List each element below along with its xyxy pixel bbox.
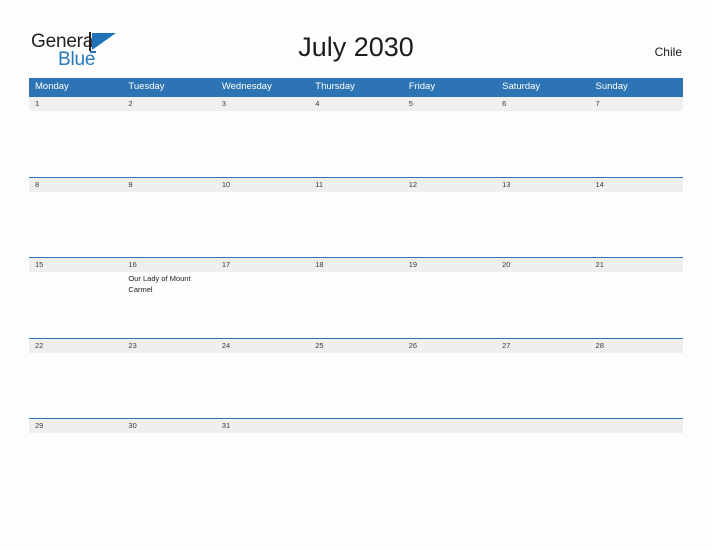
date-number[interactable]: 27 <box>496 339 589 353</box>
weekday-header-saturday: Saturday <box>502 81 541 92</box>
day-event-text[interactable] <box>216 353 309 419</box>
date-number-empty <box>590 419 683 433</box>
date-number[interactable]: 17 <box>216 258 309 272</box>
day-event-text[interactable] <box>496 192 589 258</box>
date-number[interactable]: 18 <box>309 258 402 272</box>
holiday-event-text[interactable]: Our Lady of Mount Carmel <box>122 272 215 338</box>
country-label: Chile <box>654 45 682 59</box>
date-number[interactable]: 23 <box>122 339 215 353</box>
week-event-strip <box>29 111 683 177</box>
weekday-header-tuesday: Tuesday <box>128 81 165 92</box>
day-event-text[interactable] <box>216 192 309 258</box>
week-event-strip <box>29 192 683 258</box>
weekday-header-sunday: Sunday <box>595 81 628 92</box>
weekday-header-row: Monday Tuesday Wednesday Thursday Friday… <box>29 78 683 96</box>
calendar-week-row: 8 9 10 11 12 13 14 <box>29 176 683 258</box>
day-event-text <box>309 433 402 499</box>
day-event-text <box>496 433 589 499</box>
day-event-text[interactable] <box>590 272 683 338</box>
date-number[interactable]: 2 <box>122 97 215 111</box>
day-event-text[interactable] <box>590 111 683 177</box>
day-event-text[interactable] <box>29 353 122 419</box>
day-event-text[interactable] <box>403 353 496 419</box>
date-number[interactable]: 8 <box>29 178 122 192</box>
date-number[interactable]: 4 <box>309 97 402 111</box>
day-event-text[interactable] <box>309 192 402 258</box>
calendar-week-row: 15 16 17 18 19 20 21 Our Lady of Mount C… <box>29 257 683 338</box>
date-number[interactable]: 26 <box>403 339 496 353</box>
day-event-text[interactable] <box>590 353 683 419</box>
date-number[interactable]: 19 <box>403 258 496 272</box>
day-event-text[interactable] <box>122 111 215 177</box>
week-event-strip <box>29 353 683 419</box>
page-title: July 2030 <box>298 32 414 62</box>
date-number[interactable]: 7 <box>590 97 683 111</box>
day-event-text[interactable] <box>309 353 402 419</box>
date-number[interactable]: 11 <box>309 178 402 192</box>
calendar-week-row: 29 30 31 <box>29 418 683 499</box>
week-event-strip <box>29 433 683 499</box>
day-event-text[interactable] <box>216 272 309 338</box>
date-number-empty <box>309 419 402 433</box>
day-event-text[interactable] <box>403 272 496 338</box>
week-date-strip: 29 30 31 <box>29 419 683 433</box>
weekday-header-monday: Monday <box>35 81 69 92</box>
weekday-header-wednesday: Wednesday <box>221 81 272 92</box>
day-event-text[interactable] <box>122 433 215 499</box>
date-number[interactable]: 28 <box>590 339 683 353</box>
week-date-strip: 8 9 10 11 12 13 14 <box>29 177 683 192</box>
day-event-text[interactable] <box>496 111 589 177</box>
date-number[interactable]: 31 <box>216 419 309 433</box>
day-event-text[interactable] <box>403 111 496 177</box>
date-number[interactable]: 20 <box>496 258 589 272</box>
date-number[interactable]: 22 <box>29 339 122 353</box>
day-event-text[interactable] <box>122 353 215 419</box>
week-date-strip: 1 2 3 4 5 6 7 <box>29 97 683 111</box>
date-number[interactable]: 1 <box>29 97 122 111</box>
date-number-empty <box>403 419 496 433</box>
day-event-text[interactable] <box>309 272 402 338</box>
day-event-text[interactable] <box>590 192 683 258</box>
week-date-strip: 22 23 24 25 26 27 28 <box>29 338 683 353</box>
calendar-week-row: 1 2 3 4 5 6 7 <box>29 96 683 177</box>
day-event-text[interactable] <box>29 111 122 177</box>
week-date-strip: 15 16 17 18 19 20 21 <box>29 258 683 272</box>
day-event-text[interactable] <box>496 272 589 338</box>
date-number[interactable]: 25 <box>309 339 402 353</box>
calendar-page: General Blue July 2030 Chile Monday Tues… <box>0 0 712 550</box>
day-event-text[interactable] <box>216 433 309 499</box>
date-number[interactable]: 15 <box>29 258 122 272</box>
date-number-empty <box>496 419 589 433</box>
day-event-text[interactable] <box>29 192 122 258</box>
day-event-text[interactable] <box>403 192 496 258</box>
date-number[interactable]: 30 <box>122 419 215 433</box>
date-number[interactable]: 3 <box>216 97 309 111</box>
day-event-text[interactable] <box>496 353 589 419</box>
day-event-text <box>590 433 683 499</box>
date-number[interactable]: 14 <box>590 178 683 192</box>
date-number[interactable]: 21 <box>590 258 683 272</box>
day-event-text[interactable] <box>122 192 215 258</box>
date-number[interactable]: 29 <box>29 419 122 433</box>
weekday-header-friday: Friday <box>408 81 436 92</box>
date-number[interactable]: 12 <box>403 178 496 192</box>
calendar-week-row: 22 23 24 25 26 27 28 <box>29 337 683 419</box>
date-number[interactable]: 16 <box>122 258 215 272</box>
day-event-text[interactable] <box>29 433 122 499</box>
weekday-header-thursday: Thursday <box>315 81 355 92</box>
day-event-text[interactable] <box>216 111 309 177</box>
calendar-grid: Monday Tuesday Wednesday Thursday Friday… <box>29 78 683 499</box>
day-event-text <box>403 433 496 499</box>
page-header: General Blue July 2030 Chile <box>0 0 712 78</box>
date-number[interactable]: 13 <box>496 178 589 192</box>
date-number[interactable]: 6 <box>496 97 589 111</box>
day-event-text[interactable] <box>29 272 122 338</box>
week-event-strip: Our Lady of Mount Carmel <box>29 272 683 338</box>
date-number[interactable]: 5 <box>403 97 496 111</box>
date-number[interactable]: 10 <box>216 178 309 192</box>
day-event-text[interactable] <box>309 111 402 177</box>
date-number[interactable]: 24 <box>216 339 309 353</box>
date-number[interactable]: 9 <box>122 178 215 192</box>
